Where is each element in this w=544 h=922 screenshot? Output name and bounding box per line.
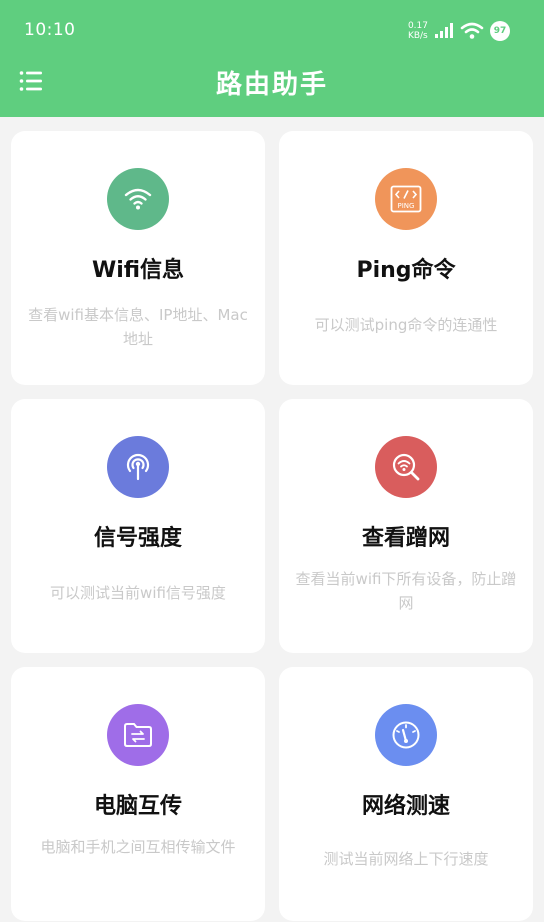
svg-text:PING: PING <box>398 202 415 210</box>
signal-icon <box>435 23 453 38</box>
card-title: 信号强度 <box>93 526 182 551</box>
folder-transfer-icon <box>107 704 169 766</box>
card-description: 电脑和手机之间互相传输文件 <box>40 838 236 856</box>
card-title: 电脑互传 <box>93 794 182 819</box>
card-pc-transfer[interactable]: 电脑互传 电脑和手机之间互相传输文件 <box>11 667 265 921</box>
card-title: Wifi信息 <box>91 258 185 283</box>
card-check-freeloaders[interactable]: 查看蹭网 查看当前wifi下所有设备，防止蹭网 <box>279 399 533 653</box>
status-icons: 0.17 KB/s 97 <box>408 19 510 43</box>
battery-icon: 97 <box>490 21 510 41</box>
card-ping-command[interactable]: PING Ping命令 可以测试ping命令的连通性 <box>279 131 533 385</box>
card-title: 查看蹭网 <box>361 526 450 551</box>
wifi-search-icon <box>375 436 437 498</box>
status-time: 10:10 <box>24 20 76 40</box>
card-description: 测试当前网络上下行速度 <box>323 850 489 868</box>
status-bar: 10:10 0.17 KB/s 97 <box>0 0 544 56</box>
wifi-icon <box>107 168 169 230</box>
page-title: 路由助手 <box>215 70 328 100</box>
card-description: 查看wifi基本信息、IP地址、Mac地址 <box>28 306 248 348</box>
network-speed: 0.17 KB/s <box>408 21 428 41</box>
network-speed-value: 0.17 <box>407 21 428 31</box>
speedometer-icon <box>375 704 437 766</box>
card-title: Ping命令 <box>356 258 456 283</box>
ping-icon: PING <box>375 168 437 230</box>
card-speed-test[interactable]: 网络测速 测试当前网络上下行速度 <box>279 667 533 921</box>
wifi-icon <box>460 22 484 39</box>
card-description: 查看当前wifi下所有设备，防止蹭网 <box>295 570 517 612</box>
app-header: 10:10 0.17 KB/s 97 路由助手 <box>0 0 544 117</box>
card-title: 网络测速 <box>361 794 450 819</box>
card-description: 可以测试ping命令的连通性 <box>314 316 498 334</box>
card-description: 可以测试当前wifi信号强度 <box>50 584 226 602</box>
signal-strength-icon <box>107 436 169 498</box>
card-signal-strength[interactable]: 信号强度 可以测试当前wifi信号强度 <box>11 399 265 653</box>
card-wifi-info[interactable]: Wifi信息 查看wifi基本信息、IP地址、Mac地址 <box>11 131 265 385</box>
battery-level: 97 <box>493 26 507 36</box>
network-speed-unit: KB/s <box>407 31 428 41</box>
